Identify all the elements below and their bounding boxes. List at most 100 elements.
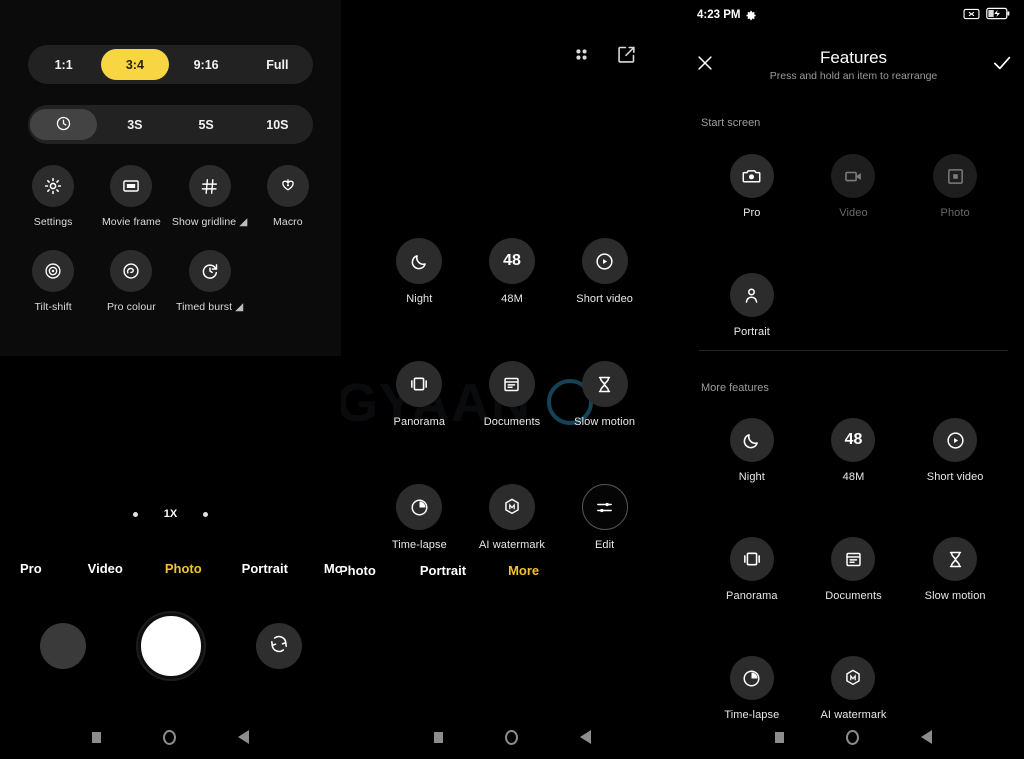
zoom-selector[interactable]: 1X xyxy=(0,508,341,520)
three-panel-screenshot: 1:1 3:4 9:16 Full 3S 5S 10S Settings Mov… xyxy=(0,0,1024,759)
android-navbar xyxy=(341,715,683,759)
start-screen-item-photo[interactable]: Photo xyxy=(904,154,1006,219)
timer-option-10s[interactable]: 10S xyxy=(244,109,311,140)
more-features-item-short-video[interactable]: Short video xyxy=(904,418,1006,483)
mode-tab-portrait[interactable]: Portrait xyxy=(242,561,288,576)
more-mode-slow-motion[interactable]: Slow motion xyxy=(558,361,651,428)
gallery-thumbnail-button[interactable] xyxy=(39,623,86,669)
more-mode-48m[interactable]: 48 48M xyxy=(466,238,559,305)
more-mode-time-lapse[interactable]: Time-lapse xyxy=(373,484,466,551)
back-triangle-icon[interactable] xyxy=(579,730,591,744)
more-features-item-panorama[interactable]: Panorama xyxy=(701,537,803,602)
android-navbar xyxy=(0,715,341,759)
more-features-item-night[interactable]: Night xyxy=(701,418,803,483)
settings-item-label: Pro colour xyxy=(106,301,156,313)
more-mode-short-video[interactable]: Short video xyxy=(558,238,651,305)
aspect-ratio-selector[interactable]: 1:1 3:4 9:16 Full xyxy=(28,45,313,84)
mode-tab-more[interactable]: More xyxy=(508,563,539,578)
expand-arrow-icon[interactable]: ◢ xyxy=(235,301,243,313)
aspect-ratio-option-3-4[interactable]: 3:4 xyxy=(101,49,169,80)
settings-item-show-gridline[interactable]: Show gridline ◢ xyxy=(171,165,249,228)
more-mode-night[interactable]: Night xyxy=(373,238,466,305)
photo-icon xyxy=(933,154,978,198)
home-circle-icon[interactable] xyxy=(504,729,518,745)
aspect-ratio-option-1-1[interactable]: 1:1 xyxy=(30,49,97,80)
settings-gear-icon xyxy=(32,165,75,207)
close-button[interactable] xyxy=(683,52,727,79)
settings-item-settings[interactable]: Settings xyxy=(14,165,92,228)
recents-square-icon[interactable] xyxy=(92,731,101,743)
more-features-item-time-lapse[interactable]: Time-lapse xyxy=(701,656,803,721)
zoom-level-label[interactable]: 1X xyxy=(164,508,177,520)
mode-tab-portrait[interactable]: Portrait xyxy=(420,563,466,578)
documents-icon xyxy=(488,361,535,407)
capture-controls xyxy=(0,613,341,679)
more-mode-edit[interactable]: Edit xyxy=(558,484,651,551)
more-mode-documents[interactable]: Documents xyxy=(466,361,559,428)
recents-square-icon[interactable] xyxy=(775,731,784,743)
movie-frame-icon xyxy=(110,165,153,207)
settings-item-tilt-shift[interactable]: Tilt-shift xyxy=(14,250,92,313)
mode-tab-photo[interactable]: Photo xyxy=(341,563,376,578)
grid-dots-icon[interactable] xyxy=(571,44,592,70)
timed-burst-icon xyxy=(188,250,231,292)
start-screen-item-label: Portrait xyxy=(733,326,770,338)
settings-item-timed-burst[interactable]: Timed burst ◢ xyxy=(171,250,249,313)
section-label-start-screen: Start screen xyxy=(701,117,761,129)
start-screen-item-portrait[interactable]: Portrait xyxy=(701,273,803,338)
start-screen-item-video[interactable]: Video xyxy=(803,154,905,219)
mode-tab-photo[interactable]: Photo xyxy=(165,561,202,576)
ai-watermark-icon xyxy=(831,656,876,700)
more-mode-ai-watermark[interactable]: AI watermark xyxy=(466,484,559,551)
ai-watermark-icon xyxy=(488,484,535,530)
mode-tab-more[interactable]: More xyxy=(324,561,341,576)
settings-item-pro-colour[interactable]: Pro colour xyxy=(92,250,170,313)
timer-option-3s[interactable]: 3S xyxy=(101,109,168,140)
confirm-button[interactable] xyxy=(980,51,1024,80)
more-mode-panorama[interactable]: Panorama xyxy=(373,361,466,428)
tilt-shift-icon xyxy=(32,250,75,292)
timer-option-5s[interactable]: 5S xyxy=(173,109,240,140)
start-screen-item-pro[interactable]: Pro xyxy=(701,154,803,219)
aspect-ratio-option-full[interactable]: Full xyxy=(244,49,311,80)
settings-item-movie-frame[interactable]: Movie frame xyxy=(92,165,170,228)
48m-icon: 48 xyxy=(488,238,535,284)
zoom-dot-left[interactable] xyxy=(132,511,138,517)
more-mode-label: Documents xyxy=(483,416,541,428)
back-triangle-icon[interactable] xyxy=(238,730,249,744)
home-circle-icon[interactable] xyxy=(846,729,859,745)
camera-mode-tabs: Photo Portrait More xyxy=(341,563,683,578)
aspect-ratio-option-9-16[interactable]: 9:16 xyxy=(173,49,240,80)
shutter-button[interactable] xyxy=(137,613,204,679)
battery-charging-icon xyxy=(986,7,1010,23)
settings-item-label: Settings xyxy=(33,216,73,228)
mode-tab-video[interactable]: Video xyxy=(88,561,123,576)
back-triangle-icon[interactable] xyxy=(921,730,932,744)
timed-burst-label-text: Timed burst xyxy=(175,301,233,313)
more-panel-top-actions xyxy=(571,44,637,70)
gear-icon xyxy=(746,10,757,21)
flip-camera-button[interactable] xyxy=(255,623,302,669)
settings-item-macro[interactable]: Macro xyxy=(249,165,327,228)
timer-selector[interactable]: 3S 5S 10S xyxy=(28,105,313,144)
recents-square-icon[interactable] xyxy=(433,731,443,743)
more-features-item-slow-motion[interactable]: Slow motion xyxy=(904,537,1006,602)
status-time: 4:23 PM xyxy=(697,9,741,21)
more-features-item-label: Documents xyxy=(825,590,882,602)
mode-tab-pro[interactable]: Pro xyxy=(20,561,42,576)
more-features-item-48m[interactable]: 48 48M xyxy=(803,418,905,483)
camera-settings-grid: Settings Movie frame Show gridline ◢ Mac… xyxy=(14,165,327,313)
more-features-item-ai-watermark[interactable]: AI watermark xyxy=(803,656,905,721)
timer-option-off[interactable] xyxy=(30,109,98,140)
more-mode-label: Slow motion xyxy=(574,416,636,428)
edit-square-icon[interactable] xyxy=(616,44,637,70)
more-mode-label: Night xyxy=(406,293,433,305)
close-x-icon xyxy=(694,52,716,79)
settings-item-label: Macro xyxy=(273,216,303,228)
zoom-dot-right[interactable] xyxy=(203,511,209,517)
home-circle-icon[interactable] xyxy=(163,729,176,745)
macro-flower-icon xyxy=(266,165,309,207)
pro-colour-icon xyxy=(110,250,153,292)
more-features-item-documents[interactable]: Documents xyxy=(803,537,905,602)
expand-arrow-icon[interactable]: ◢ xyxy=(239,216,247,228)
